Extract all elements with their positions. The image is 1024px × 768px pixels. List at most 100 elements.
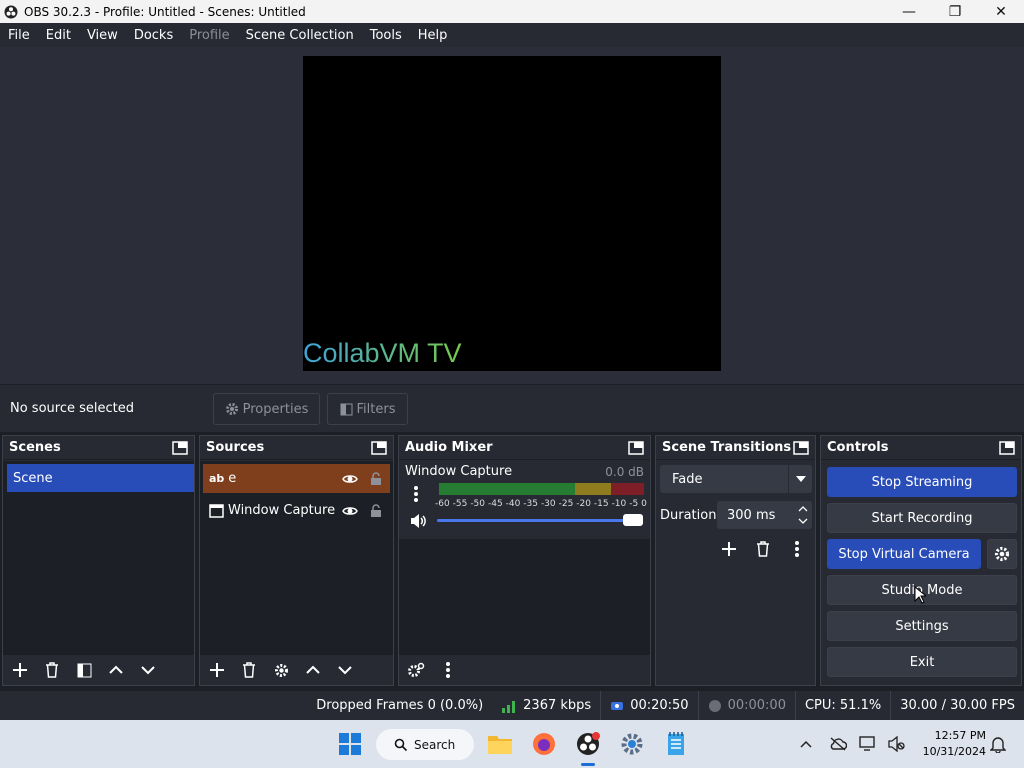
controls-title: Controls: [827, 440, 889, 455]
chevron-down-icon[interactable]: [334, 659, 356, 681]
chevron-down-icon[interactable]: [137, 659, 159, 681]
bitrate-label: 2367 kbps: [523, 698, 592, 713]
firefox-icon[interactable]: [530, 730, 558, 758]
settings-button[interactable]: Settings: [827, 611, 1017, 641]
advanced-audio-gear-icon[interactable]: [405, 659, 427, 681]
taskbar-clock[interactable]: 12:57 PM 10/31/2024: [912, 728, 986, 760]
mixer-channel: Window Capture 0.0 dB -60 -55 -50 -45 -4…: [399, 461, 650, 655]
gear-icon[interactable]: [270, 659, 292, 681]
gear-icon: [225, 403, 238, 415]
meter-red: [611, 483, 644, 495]
maximize-button[interactable]: ❐: [932, 0, 978, 23]
eye-icon[interactable]: [342, 505, 358, 517]
context-bar: No source selected Properties Filters: [0, 384, 1024, 432]
close-button[interactable]: ✕: [978, 0, 1024, 23]
network-icon[interactable]: [858, 734, 878, 754]
chevron-up-icon[interactable]: [302, 659, 324, 681]
clock-date: 10/31/2024: [922, 745, 986, 758]
chevron-up-icon[interactable]: [796, 734, 816, 754]
filter-icon[interactable]: [73, 659, 95, 681]
menu-scene-collection[interactable]: Scene Collection: [238, 28, 362, 43]
source-item-text[interactable]: ab e: [203, 464, 390, 493]
clock-time: 12:57 PM: [934, 729, 986, 742]
volume-muted-icon[interactable]: [886, 734, 906, 754]
menu-edit[interactable]: Edit: [38, 28, 79, 43]
controls-dock: Controls Stop Streaming Start Recording …: [820, 435, 1022, 686]
more-options-icon[interactable]: [437, 659, 459, 681]
filters-button[interactable]: Filters: [327, 393, 408, 425]
speaker-icon[interactable]: [409, 513, 427, 529]
undock-icon[interactable]: [628, 440, 644, 455]
file-explorer-icon[interactable]: [486, 730, 514, 758]
menu-bar: File Edit View Docks Profile Scene Colle…: [0, 23, 1024, 47]
meter-green: [439, 483, 575, 495]
source-item-window-capture[interactable]: Window Capture: [203, 496, 390, 525]
cloud-offline-icon[interactable]: [828, 734, 848, 754]
transitions-body: Fade Duration 300 ms: [656, 461, 815, 685]
fps-label: 30.00 / 30.00 FPS: [900, 698, 1015, 713]
undock-icon[interactable]: [999, 440, 1015, 455]
virtual-camera-settings-button[interactable]: [987, 539, 1017, 569]
volume-slider-track[interactable]: [437, 519, 637, 522]
scenes-list: Scene: [3, 461, 194, 655]
trash-icon[interactable]: [238, 659, 260, 681]
meter-tick: -40: [505, 499, 521, 509]
properties-button[interactable]: Properties: [213, 393, 320, 425]
more-options-icon[interactable]: [413, 485, 419, 503]
obs-taskbar-icon[interactable]: [574, 730, 602, 758]
more-options-icon[interactable]: [786, 538, 808, 560]
bitrate-stat: 2367 kbps: [492, 691, 600, 721]
record-time-label: 00:00:00: [727, 698, 786, 713]
filters-label: Filters: [356, 401, 396, 417]
undock-icon[interactable]: [172, 440, 188, 455]
trash-icon[interactable]: [41, 659, 63, 681]
meter-tick: -30: [540, 499, 556, 509]
eye-icon[interactable]: [342, 473, 358, 485]
minimize-button[interactable]: —: [886, 0, 932, 23]
scene-item[interactable]: Scene: [7, 464, 194, 492]
undock-icon[interactable]: [371, 440, 387, 455]
obs-logo-icon: [4, 5, 18, 18]
sources-list: ab e Window Capture: [200, 461, 393, 655]
trash-icon[interactable]: [752, 538, 774, 560]
add-scene-icon[interactable]: [9, 659, 31, 681]
menu-docks[interactable]: Docks: [126, 28, 181, 43]
status-bar: Dropped Frames 0 (0.0%) 2367 kbps 00:20:…: [0, 690, 1024, 721]
taskbar: Search 12:57 PM 10/31/2024: [0, 720, 1024, 768]
chevron-up-icon[interactable]: [105, 659, 127, 681]
scenes-title: Scenes: [9, 440, 61, 455]
cpu-stat: CPU: 51.1%: [794, 690, 890, 721]
add-transition-icon[interactable]: [718, 538, 740, 560]
exit-button[interactable]: Exit: [827, 647, 1017, 677]
duration-spinbox[interactable]: 300 ms: [717, 501, 812, 529]
preview-canvas[interactable]: CollabVM TV: [303, 56, 721, 371]
meter-tick: -50: [470, 499, 486, 509]
start-recording-button[interactable]: Start Recording: [827, 503, 1017, 533]
stop-streaming-button[interactable]: Stop Streaming: [827, 467, 1017, 497]
audio-mixer-dock: Audio Mixer Window Capture 0.0 dB -60 -5…: [398, 435, 651, 686]
windows-start-icon[interactable]: [336, 730, 364, 758]
add-source-icon[interactable]: [206, 659, 228, 681]
taskbar-search[interactable]: Search: [376, 729, 474, 760]
menu-file[interactable]: File: [0, 28, 38, 43]
window-capture-icon: [209, 503, 224, 518]
spin-down-icon[interactable]: [798, 515, 808, 527]
settings-gear-icon[interactable]: [618, 730, 646, 758]
lock-icon[interactable]: [370, 503, 382, 518]
lock-icon[interactable]: [370, 471, 382, 486]
stream-time-stat: 00:20:50: [600, 690, 697, 721]
menu-tools[interactable]: Tools: [362, 28, 410, 43]
notification-bell-icon[interactable]: [988, 734, 1008, 754]
menu-view[interactable]: View: [79, 28, 126, 43]
menu-profile[interactable]: Profile: [181, 28, 237, 43]
spin-up-icon[interactable]: [798, 503, 808, 515]
record-icon: [708, 699, 721, 712]
sources-dock: Sources ab e Window Capture: [199, 435, 394, 686]
spin-arrows[interactable]: [798, 503, 808, 527]
menu-help[interactable]: Help: [410, 28, 456, 43]
transition-select[interactable]: Fade: [660, 465, 812, 493]
notepad-icon[interactable]: [662, 730, 690, 758]
stop-virtual-camera-button[interactable]: Stop Virtual Camera: [827, 539, 981, 569]
undock-icon[interactable]: [793, 440, 809, 455]
volume-slider-handle[interactable]: [623, 514, 643, 526]
